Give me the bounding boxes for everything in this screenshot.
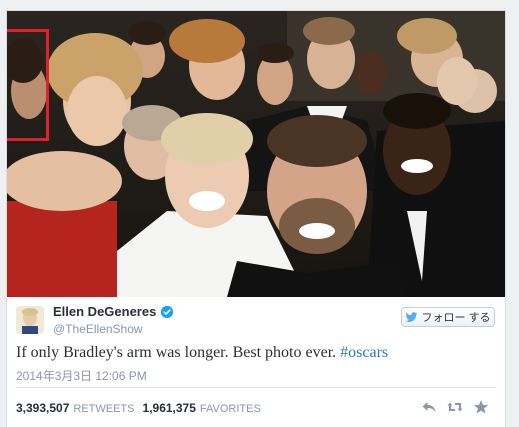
tweet-text: If only Bradley's arm was longer. Best p… [16,344,388,362]
verified-badge-icon [161,305,174,318]
favorites-count[interactable]: 1,961,375 [143,401,196,415]
tweet-timestamp[interactable]: 2014年3月3日 12:06 PM [16,367,147,384]
tweet-card: Ellen DeGeneres @TheEllenShow フォロー する If… [6,10,506,427]
tweet-photo[interactable] [7,11,505,297]
follow-label: フォロー する [421,312,491,324]
tweet-actions [421,399,489,415]
author-name-text[interactable]: Ellen DeGeneres [53,304,156,319]
favorites-label[interactable]: FAVORITES [200,403,261,415]
group-selfie-image [7,11,505,297]
hashtag-link[interactable]: #oscars [340,344,388,361]
retweets-count[interactable]: 3,393,507 [16,401,69,415]
favorite-star-icon[interactable] [473,399,489,415]
author-name[interactable]: Ellen DeGeneres [53,304,174,319]
divider [16,387,496,388]
follow-button[interactable]: フォロー する [401,307,495,327]
avatar[interactable] [16,306,44,334]
retweets-label[interactable]: RETWEETS [73,403,134,415]
twitter-bird-icon [405,311,418,322]
highlight-box [7,29,49,141]
tweet-body: If only Bradley's arm was longer. Best p… [16,344,337,361]
retweet-icon[interactable] [447,399,463,415]
reply-icon[interactable] [421,399,437,415]
author-handle[interactable]: @TheEllenShow [53,322,143,336]
tweet-stats: 3,393,507 RETWEETS 1,961,375 FAVORITES [16,401,269,415]
